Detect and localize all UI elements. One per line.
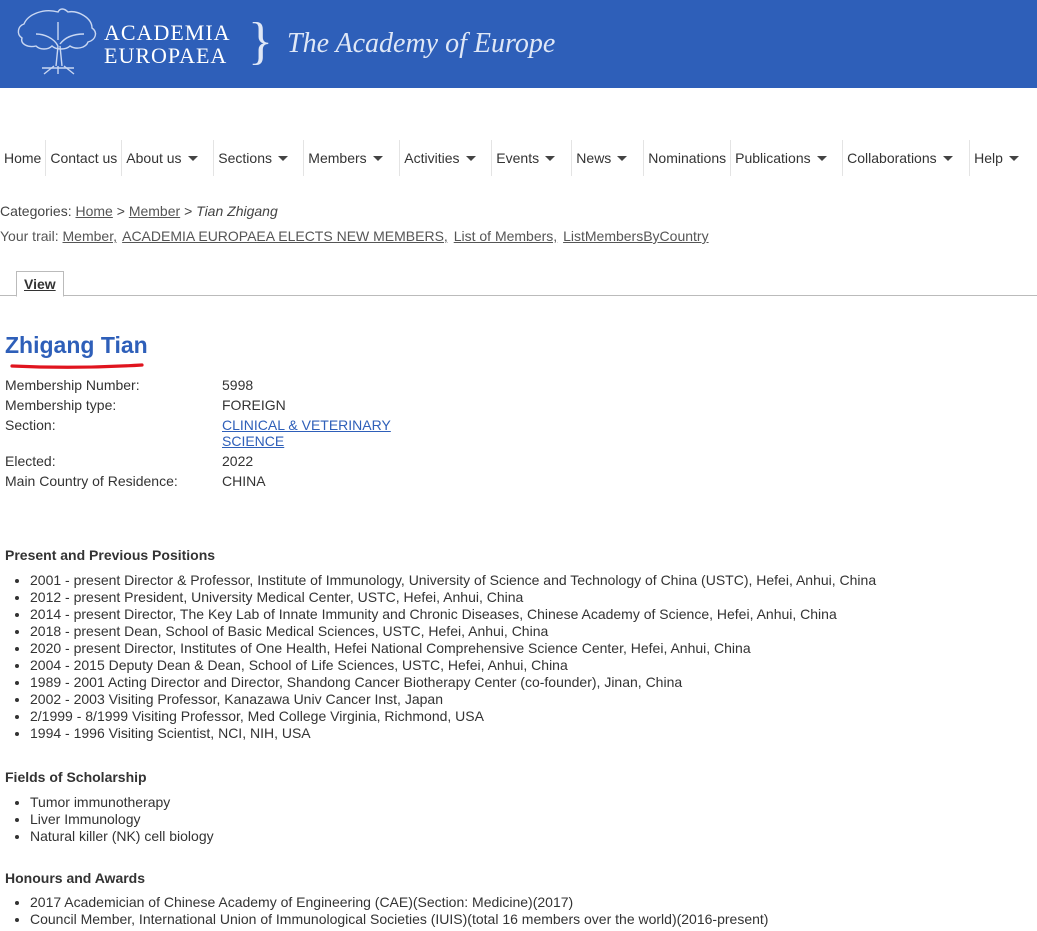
main-nav: Home Contact us About us Sections Member… [0,140,1037,176]
brand-name-line2: EUROPAEA [104,43,228,68]
nav-label: Sections [218,150,272,166]
nav-label: Members [308,150,367,166]
info-row-membership-number: Membership Number: 5998 [5,377,422,393]
nav-publications[interactable]: Publications [731,140,844,176]
list-item: Natural killer (NK) cell biology [30,828,214,845]
list-item: Tumor immunotherapy [30,794,214,811]
info-label: Membership type: [5,397,117,413]
nav-label: Help [974,150,1003,166]
red-underline-annotation [10,363,144,369]
breadcrumb-separator: > [116,203,125,219]
user-trail: Your trail: Member, ACADEMIA EUROPAEA EL… [0,228,711,244]
nav-label: Collaborations [847,150,937,166]
list-item: Council Member, International Union of I… [30,911,768,928]
nav-label: Events [496,150,540,166]
nav-label: Publications [735,150,811,166]
caret-down-icon [942,155,953,161]
info-label: Membership Number: [5,377,140,393]
info-value: 5998 [222,377,254,393]
honours-heading: Honours and Awards [5,870,146,886]
breadcrumb-separator: > [184,203,193,219]
info-value: CHINA [222,473,266,489]
caret-down-icon [187,155,198,161]
honours-list: 2017 Academician of Chinese Academy of E… [0,894,768,928]
brand-brace: } [248,13,273,70]
member-info-table: Membership Number: 5998 Membership type:… [5,377,422,493]
nav-label: Nominations [648,150,727,166]
breadcrumb: Categories: Home > Member > Tian Zhigang [0,203,278,219]
nav-label: About us [126,150,182,166]
caret-down-icon [617,155,628,161]
positions-list: 2001 - present Director & Professor, Ins… [0,572,876,742]
trail-link-member[interactable]: Member, [63,228,117,244]
list-item: 2001 - present Director & Professor, Ins… [30,572,876,589]
info-row-membership-type: Membership type: FOREIGN [5,397,422,413]
nav-sections[interactable]: Sections [214,140,305,176]
site-header-banner: ACADEMIA EUROPAEA } The Academy of Europ… [0,0,1037,88]
nav-nominations[interactable]: Nominations [644,140,732,176]
nav-home[interactable]: Home [0,140,47,176]
list-item: 2012 - present President, University Med… [30,589,876,606]
list-item: 2004 - 2015 Deputy Dean & Dean, School o… [30,657,876,674]
list-item: 2002 - 2003 Visiting Professor, Kanazawa… [30,691,876,708]
nav-news[interactable]: News [572,140,645,176]
info-row-elected: Elected: 2022 [5,453,422,469]
tab-view-label: View [24,276,56,292]
caret-down-icon [816,155,827,161]
list-item: 2/1999 - 8/1999 Visiting Professor, Med … [30,708,876,725]
nav-collaborations[interactable]: Collaborations [843,140,971,176]
info-value: 2022 [222,453,254,469]
tree-logo-icon[interactable] [14,4,102,76]
section-link[interactable]: CLINICAL & VETERINARY SCIENCE [222,417,391,449]
info-value: CLINICAL & VETERINARY SCIENCE [222,417,412,449]
list-item: 1989 - 2001 Acting Director and Director… [30,674,876,691]
list-item: 2018 - present Dean, School of Basic Med… [30,623,876,640]
nav-contact-us[interactable]: Contact us [46,140,123,176]
list-item: 2014 - present Director, The Key Lab of … [30,606,876,623]
positions-heading: Present and Previous Positions [5,547,216,563]
nav-about-us[interactable]: About us [122,140,215,176]
nav-activities[interactable]: Activities [400,140,493,176]
caret-down-icon [372,155,383,161]
page-title: Zhigang Tian [5,332,148,358]
trail-link-list-members-by-country[interactable]: ListMembersByCountry [563,228,709,244]
fields-heading: Fields of Scholarship [5,769,147,785]
info-row-section: Section: CLINICAL & VETERINARY SCIENCE [5,417,422,449]
trail-link-elects-new-members[interactable]: ACADEMIA EUROPAEA ELECTS NEW MEMBERS, [122,228,448,244]
caret-down-icon [465,155,476,161]
info-value: FOREIGN [222,397,286,413]
nav-events[interactable]: Events [492,140,573,176]
breadcrumb-home-link[interactable]: Home [75,203,112,219]
caret-down-icon [545,155,556,161]
info-row-country: Main Country of Residence: CHINA [5,473,422,489]
info-label: Elected: [5,453,56,469]
nav-members[interactable]: Members [304,140,401,176]
info-label: Main Country of Residence: [5,473,178,489]
breadcrumb-member-link[interactable]: Member [129,203,180,219]
tab-view[interactable]: View [16,271,64,297]
caret-down-icon [1008,155,1019,161]
trail-link-list-of-members[interactable]: List of Members, [454,228,557,244]
caret-down-icon [278,155,288,161]
fields-list: Tumor immunotherapy Liver Immunology Nat… [0,794,214,845]
brand-name-line1: ACADEMIA [104,20,231,45]
list-item: 2017 Academician of Chinese Academy of E… [30,894,768,911]
trail-prefix: Your trail: [0,228,59,244]
nav-label: News [576,150,612,166]
tab-bar-divider [0,295,1037,296]
list-item: 2020 - present Director, Institutes of O… [30,640,876,657]
nav-label: Contact us [50,150,118,166]
list-item: 1994 - 1996 Visiting Scientist, NCI, NIH… [30,725,876,742]
nav-label: Home [4,150,42,166]
nav-help[interactable]: Help [970,140,1023,176]
nav-label: Activities [404,150,460,166]
site-tagline: The Academy of Europe [287,28,556,59]
breadcrumb-current: Tian Zhigang [196,203,278,219]
breadcrumb-prefix: Categories: [0,203,72,219]
list-item: Liver Immunology [30,811,214,828]
info-label: Section: [5,417,56,433]
